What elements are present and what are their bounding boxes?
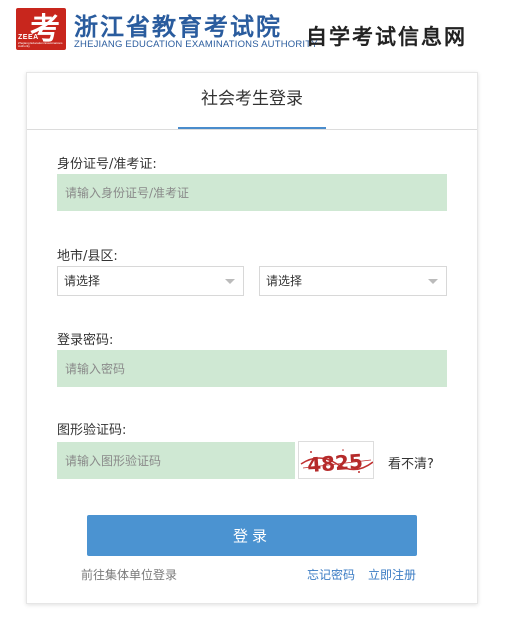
forgot-password-link[interactable]: 忘记密码: [307, 566, 355, 583]
site-header: 考 ZEEA Zhejiang Education Examinations A…: [0, 0, 509, 62]
captcha-label: 图形验证码:: [57, 423, 127, 438]
password-input[interactable]: [57, 350, 447, 387]
organization-name-en: ZHEJIANG EDUCATION EXAMINATIONS AUTHORIT…: [74, 39, 318, 50]
captcha-image[interactable]: 4825: [298, 441, 374, 479]
city-select[interactable]: 请选择: [57, 266, 244, 296]
id-label: 身份证号/准考证:: [57, 157, 157, 172]
login-card: 社会考生登录 身份证号/准考证: 地市/县区: 请选择 请选择 登录密码: 图形…: [26, 72, 478, 604]
tab-individual-login[interactable]: 社会考生登录: [178, 73, 326, 129]
county-select-value: 请选择: [266, 274, 303, 288]
password-label: 登录密码:: [57, 333, 114, 348]
logo-abbreviation: ZEEA: [18, 34, 39, 41]
county-select[interactable]: 请选择: [259, 266, 447, 296]
refresh-captcha-link[interactable]: 看不清?: [388, 453, 434, 472]
captcha-input[interactable]: [57, 442, 295, 479]
captcha-graphic: 4825: [300, 449, 373, 477]
city-select-value: 请选择: [64, 274, 101, 288]
captcha-text: 4825: [306, 449, 363, 477]
logo-subtext: Zhejiang Education Examinations Authorit…: [18, 41, 63, 48]
organization-name: 浙江省教育考试院: [74, 12, 282, 41]
site-name: 自学考试信息网: [306, 24, 467, 49]
register-link[interactable]: 立即注册: [368, 566, 416, 583]
chevron-down-icon: [225, 279, 235, 284]
region-label: 地市/县区:: [57, 249, 118, 264]
chevron-down-icon: [428, 279, 438, 284]
login-button[interactable]: 登录: [87, 515, 417, 556]
group-login-link[interactable]: 前往集体单位登录: [81, 566, 177, 583]
zeea-logo: 考 ZEEA Zhejiang Education Examinations A…: [16, 8, 66, 50]
id-number-input[interactable]: [57, 174, 447, 211]
login-tab-bar: 社会考生登录: [27, 73, 477, 130]
